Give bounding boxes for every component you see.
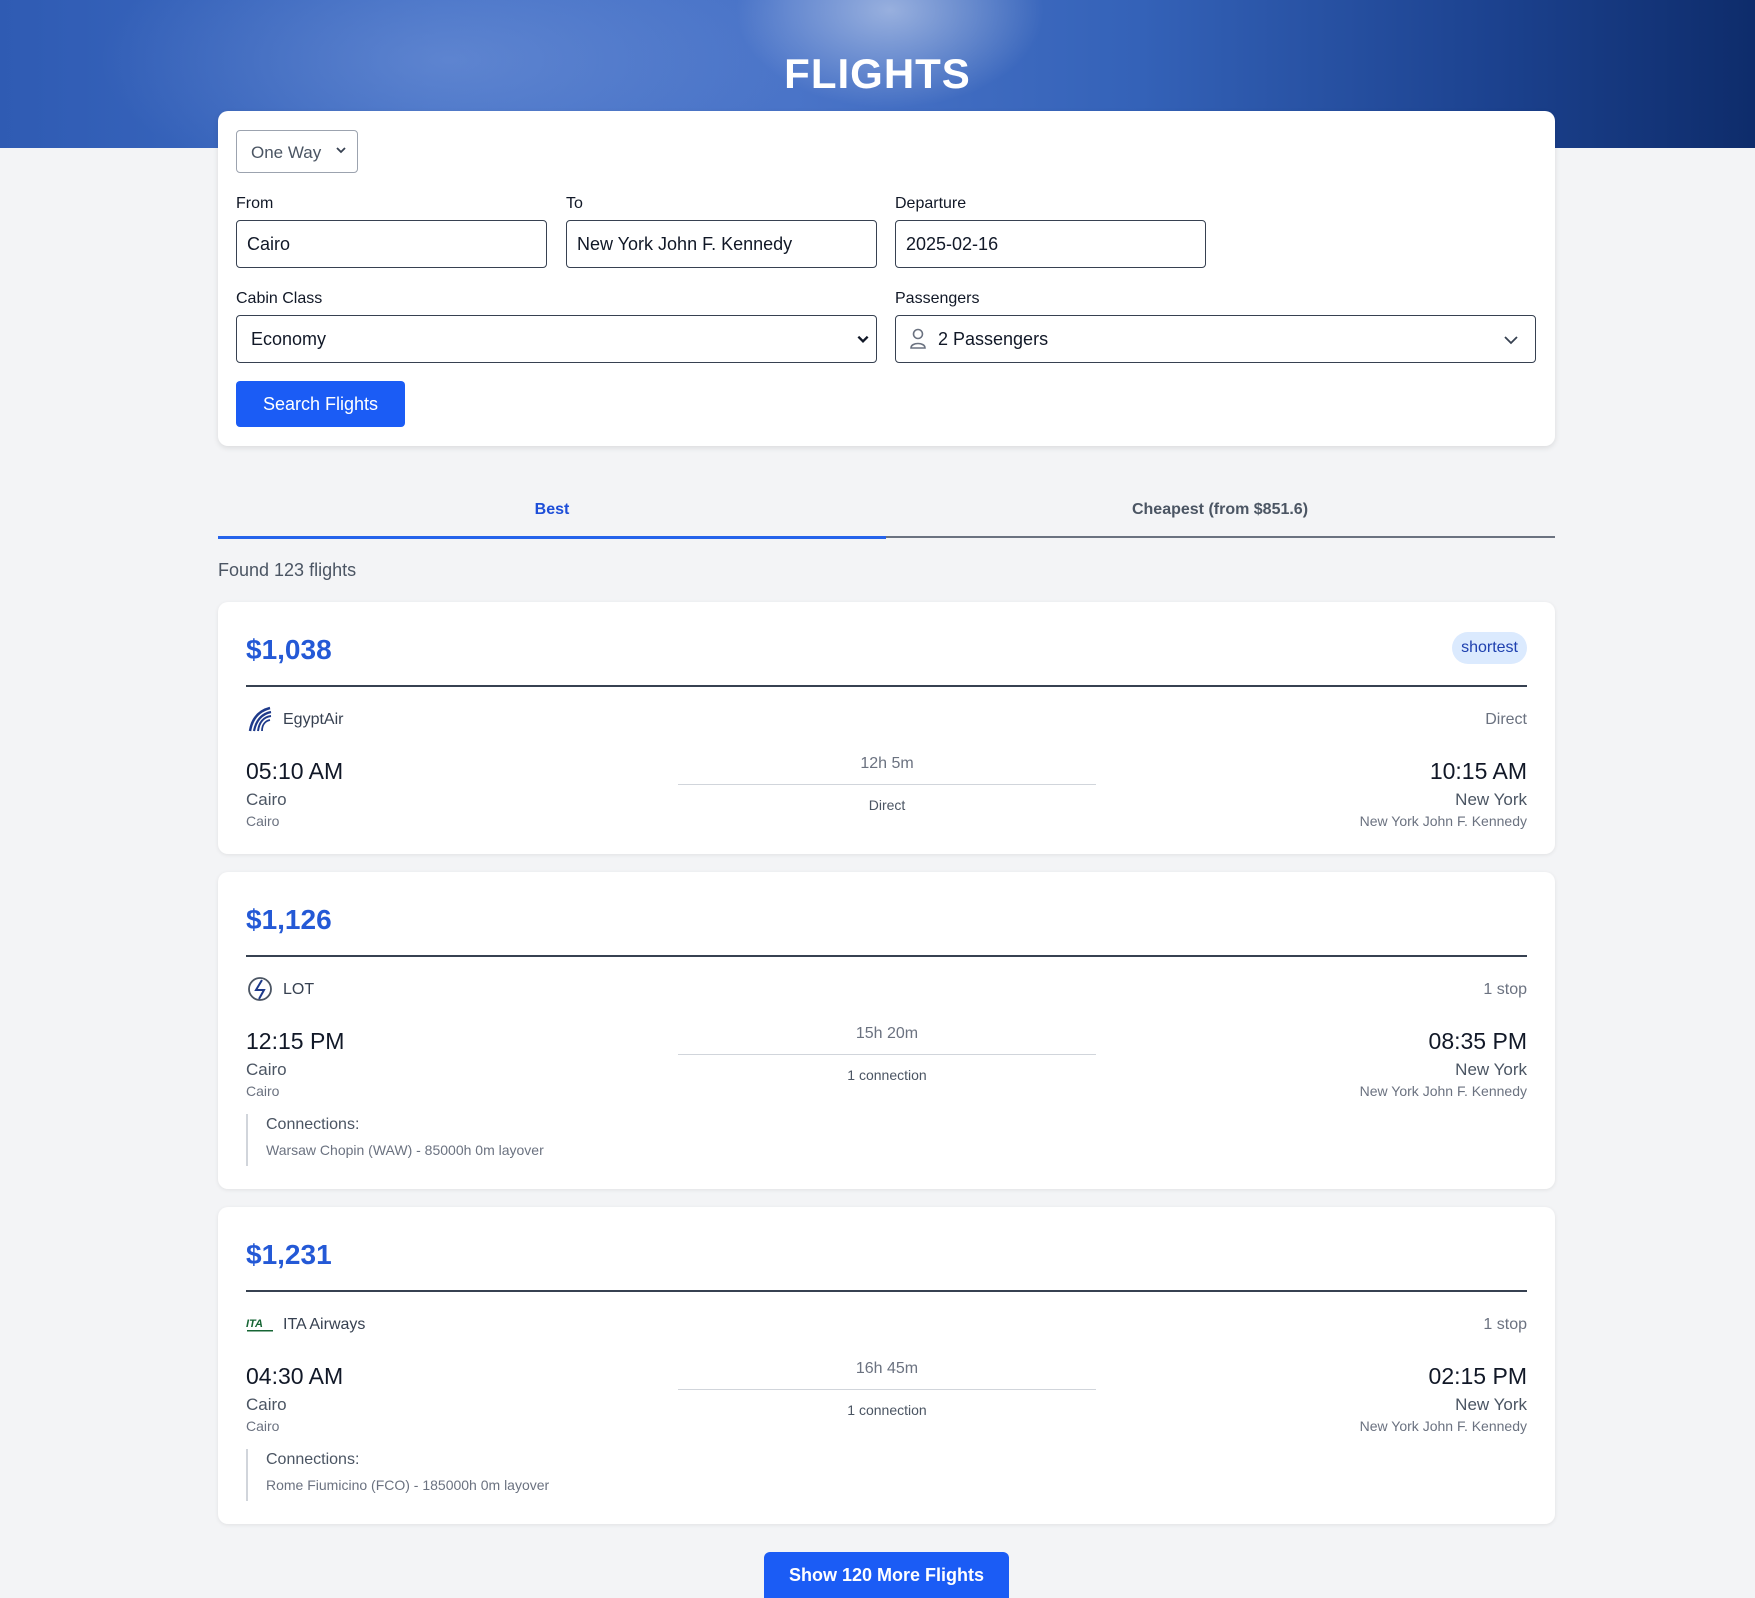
arrival-city: New York [1455, 1395, 1527, 1414]
departure-label: Departure [895, 195, 967, 212]
departure-airport: Cairo [246, 1083, 280, 1099]
airline-name: LOT [283, 981, 315, 998]
departure-city: Cairo [246, 1395, 287, 1414]
airline-name: ITA Airways [283, 1316, 366, 1333]
connection-summary: 1 connection [847, 1067, 927, 1083]
trip-type-select[interactable]: One Way [236, 130, 358, 173]
arrival-city: New York [1455, 1060, 1527, 1079]
cabin-class-label: Cabin Class [236, 290, 323, 307]
arrival-time: 08:35 PM [1428, 1028, 1527, 1054]
passengers-value: 2 Passengers [938, 329, 1049, 349]
departure-time: 04:30 AM [246, 1363, 344, 1389]
departure-airport: Cairo [246, 1418, 280, 1434]
arrival-time: 10:15 AM [1429, 758, 1527, 784]
arrival-airport: New York John F. Kennedy [1359, 813, 1527, 829]
passengers-label: Passengers [895, 290, 980, 307]
from-label: From [236, 195, 274, 212]
departure-value: 2025-02-16 [906, 234, 999, 254]
departure-airport: Cairo [246, 813, 280, 829]
flight-duration: 16h 45m [855, 1360, 919, 1377]
search-form: One Way From Cairo To New York John F. K… [218, 111, 1555, 446]
divider [246, 685, 1527, 687]
passengers-select[interactable]: 2 Passengers [895, 315, 1536, 363]
chevron-down-icon [336, 147, 346, 154]
tab-cheapest[interactable]: Cheapest (from $851.6) [886, 490, 1554, 538]
divider [246, 955, 1527, 957]
to-label: To [566, 195, 583, 212]
cabin-class-select[interactable]: Economy [236, 315, 877, 363]
lot-logo-icon [248, 977, 272, 1001]
stops-label: 1 stop [1483, 981, 1527, 998]
connections-panel: Connections: Rome Fiumicino (FCO) - 1850… [246, 1449, 549, 1501]
duration-line [678, 1054, 1096, 1055]
from-value: Cairo [247, 234, 291, 254]
cabin-class-value: Economy [251, 329, 327, 349]
connection-summary: Direct [868, 797, 906, 813]
show-more-flights-button[interactable]: Show 120 More Flights [764, 1552, 1009, 1598]
duration-line [678, 784, 1096, 785]
flight-card[interactable]: $1,126 LOT 1 stop 12:15 PM Cairo Cairo 1… [218, 872, 1555, 1189]
departure-city: Cairo [246, 1060, 287, 1079]
from-field[interactable]: Cairo [236, 220, 547, 268]
departure-time: 05:10 AM [246, 758, 344, 784]
arrival-airport: New York John F. Kennedy [1359, 1418, 1527, 1434]
stops-label: 1 stop [1483, 1316, 1527, 1333]
ita-airways-logo-icon: ITA [246, 1318, 273, 1332]
person-icon [910, 328, 926, 349]
airline-name: EgyptAir [283, 711, 344, 728]
results-count: Found 123 flights [218, 560, 357, 580]
flight-duration: 12h 5m [860, 755, 914, 772]
connections-title: Connections: [266, 1116, 360, 1133]
connection-detail: Warsaw Chopin (WAW) - 85000h 0m layover [266, 1142, 544, 1158]
tab-best[interactable]: Best [218, 490, 886, 539]
chevron-down-icon [1504, 336, 1518, 345]
flight-price: $1,231 [246, 1239, 332, 1270]
egyptair-logo-icon [248, 706, 272, 732]
arrival-airport: New York John F. Kennedy [1359, 1083, 1527, 1099]
page-title: FLIGHTS [784, 50, 971, 97]
chevron-down-icon [857, 335, 869, 343]
flight-price: $1,126 [246, 904, 332, 935]
connection-summary: 1 connection [847, 1402, 927, 1418]
flight-price: $1,038 [246, 634, 332, 665]
trip-type-value: One Way [251, 143, 322, 162]
to-field[interactable]: New York John F. Kennedy [566, 220, 877, 268]
divider [246, 1290, 1527, 1292]
status-badge: shortest [1452, 632, 1527, 664]
departure-time: 12:15 PM [246, 1028, 345, 1054]
stops-label: Direct [1485, 711, 1527, 728]
result-tabs: Best Cheapest (from $851.6) [218, 490, 1555, 539]
arrival-time: 02:15 PM [1428, 1363, 1527, 1389]
flight-card[interactable]: $1,038 shortest EgyptAir Direct 05:10 AM… [218, 602, 1555, 854]
flight-card[interactable]: $1,231 ITA ITA Airways 1 stop 04:30 AM C… [218, 1207, 1555, 1524]
connection-detail: Rome Fiumicino (FCO) - 185000h 0m layove… [266, 1477, 550, 1493]
search-flights-button[interactable]: Search Flights [236, 381, 405, 427]
departure-city: Cairo [246, 790, 287, 809]
flight-duration: 15h 20m [855, 1025, 919, 1042]
to-value: New York John F. Kennedy [577, 234, 793, 254]
duration-line [678, 1389, 1096, 1390]
arrival-city: New York [1455, 790, 1527, 809]
connections-title: Connections: [266, 1451, 360, 1468]
connections-panel: Connections: Warsaw Chopin (WAW) - 85000… [246, 1114, 544, 1166]
departure-date-field[interactable]: 2025-02-16 [895, 220, 1206, 268]
svg-text:ITA: ITA [246, 1318, 263, 1330]
